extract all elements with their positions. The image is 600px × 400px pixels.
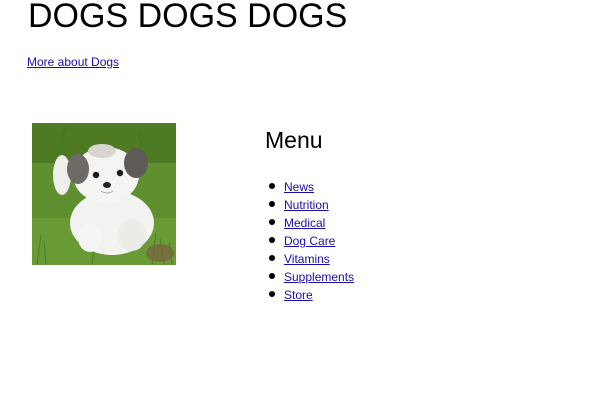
menu-item-store: Store bbox=[266, 286, 354, 304]
puppy-photo bbox=[32, 123, 176, 265]
menu-link-vitamins[interactable]: Vitamins bbox=[284, 252, 330, 266]
menu-link-supplements[interactable]: Supplements bbox=[284, 270, 354, 284]
menu-link-nutrition[interactable]: Nutrition bbox=[284, 198, 329, 212]
menu-item-nutrition: Nutrition bbox=[266, 196, 354, 214]
more-about-dogs-link[interactable]: More about Dogs bbox=[27, 54, 119, 70]
menu-item-vitamins: Vitamins bbox=[266, 250, 354, 268]
menu-item-dog-care: Dog Care bbox=[266, 232, 354, 250]
bullet-icon bbox=[269, 255, 275, 261]
bullet-icon bbox=[269, 219, 275, 225]
page-title: DOGS DOGS DOGS bbox=[28, 0, 348, 35]
menu-link-medical[interactable]: Medical bbox=[284, 216, 325, 230]
bullet-icon bbox=[269, 291, 275, 297]
bullet-icon bbox=[269, 183, 275, 189]
menu-heading: Menu bbox=[265, 127, 323, 153]
menu-item-supplements: Supplements bbox=[266, 268, 354, 286]
menu-link-store[interactable]: Store bbox=[284, 288, 313, 302]
bullet-icon bbox=[269, 201, 275, 207]
page: DOGS DOGS DOGS More about Dogs Menu News… bbox=[0, 0, 600, 400]
menu-item-news: News bbox=[266, 178, 354, 196]
bullet-icon bbox=[269, 237, 275, 243]
puppy-illustration bbox=[32, 123, 176, 265]
menu-link-dog-care[interactable]: Dog Care bbox=[284, 234, 335, 248]
menu-list: News Nutrition Medical Dog Care Vitamins… bbox=[266, 178, 354, 304]
menu-link-news[interactable]: News bbox=[284, 180, 314, 194]
bullet-icon bbox=[269, 273, 275, 279]
menu-item-medical: Medical bbox=[266, 214, 354, 232]
